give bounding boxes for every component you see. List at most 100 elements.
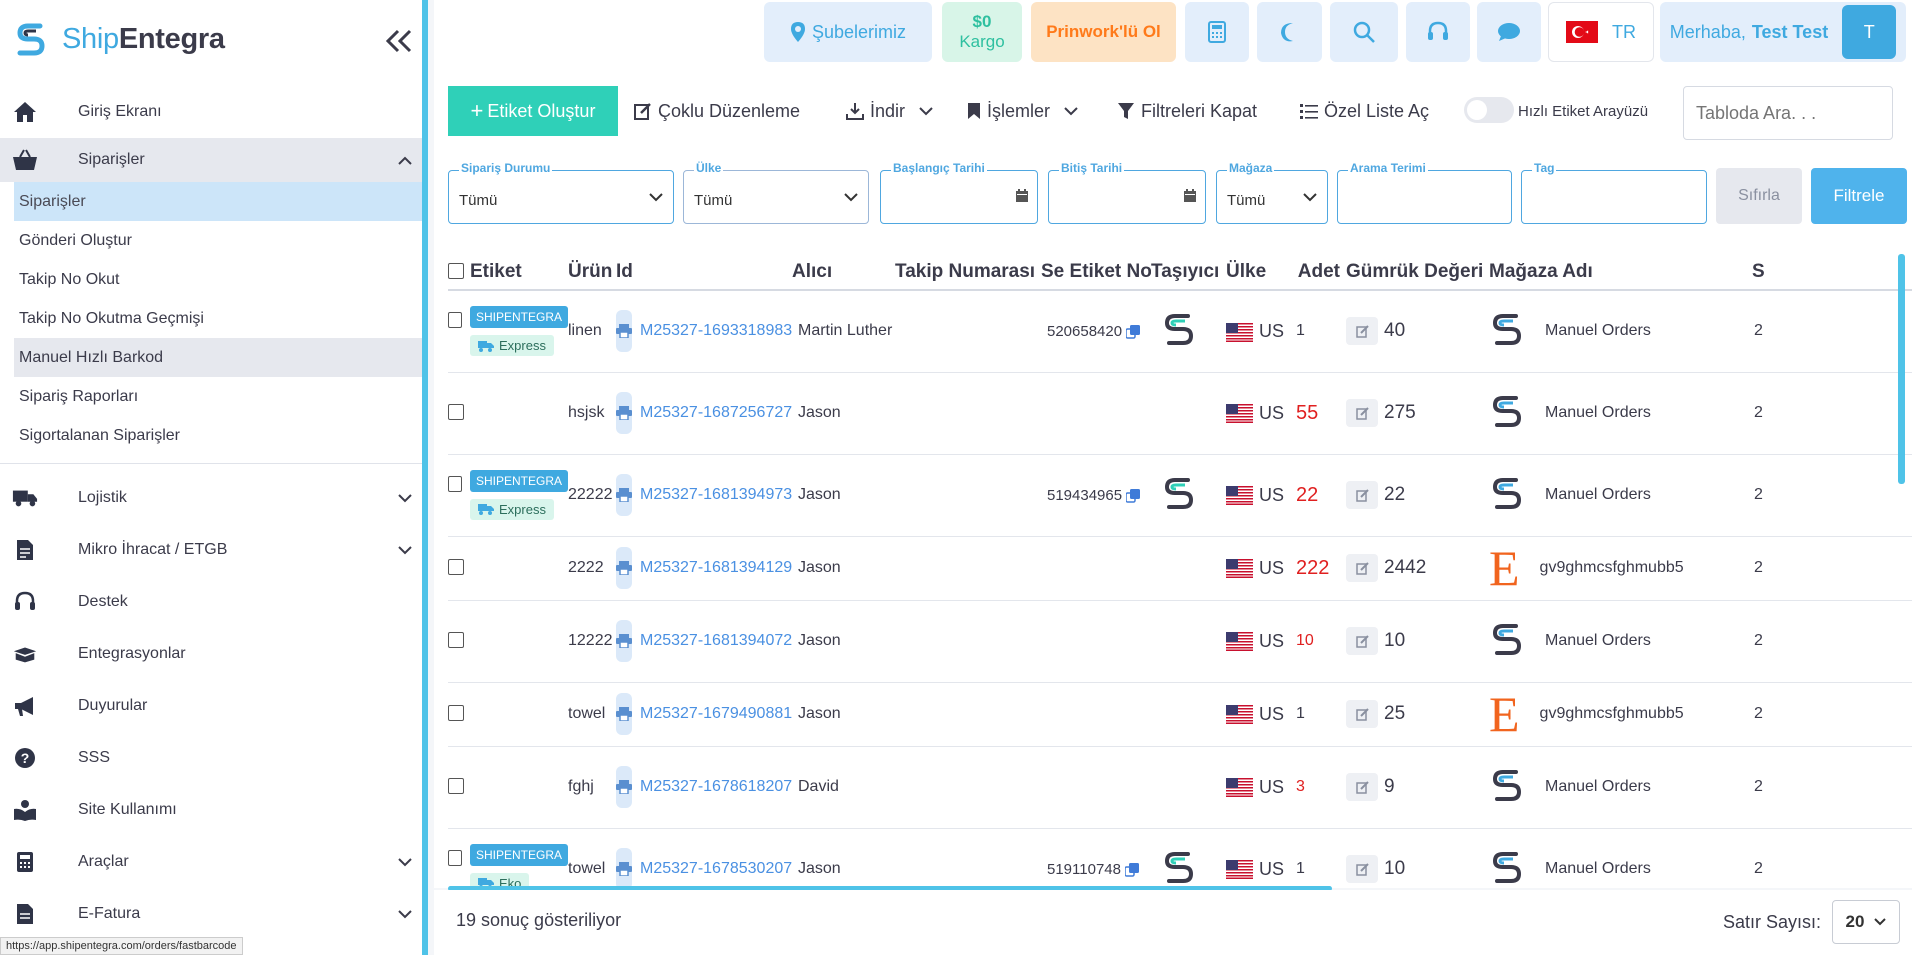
- sidebar-item-home[interactable]: Giriş Ekranı: [0, 86, 422, 138]
- header-recipient[interactable]: Alıcı: [792, 254, 895, 291]
- fast-label-toggle[interactable]: [1464, 97, 1514, 123]
- order-id-link[interactable]: M25327-1693318983: [640, 322, 792, 340]
- store-select[interactable]: Mağaza Tümü: [1216, 161, 1328, 224]
- header-customs-value[interactable]: Gümrük Değeri: [1346, 254, 1489, 291]
- calculator-button[interactable]: [1185, 2, 1249, 62]
- table-row[interactable]: 2222 M25327-1681394129 Jason US 222 2442 Egv9g…: [448, 536, 1912, 601]
- sidebar-subitem-scan-history[interactable]: Takip No Okutma Geçmişi: [0, 299, 422, 338]
- support-button[interactable]: [1406, 2, 1470, 62]
- print-icon[interactable]: [616, 693, 632, 735]
- sidebar-item-micro-export[interactable]: Mikro İhracat / ETGB: [0, 524, 422, 576]
- copy-icon[interactable]: [1126, 488, 1141, 503]
- rows-per-page-select[interactable]: 20: [1832, 900, 1900, 944]
- table-search-input[interactable]: [1683, 86, 1893, 140]
- edit-icon[interactable]: [1346, 399, 1378, 427]
- row-checkbox[interactable]: [448, 312, 462, 328]
- header-product[interactable]: Ürün: [568, 254, 616, 291]
- header-label[interactable]: Etiket: [448, 254, 568, 291]
- header-se-label-no[interactable]: Se Etiket No: [1041, 254, 1151, 291]
- close-filters-button[interactable]: Filtreleri Kapat: [1117, 86, 1257, 136]
- sidebar-subitem-insured-orders[interactable]: Sigortalanan Siparişler: [0, 416, 422, 455]
- table-row[interactable]: 12222 M25327-1681394072 Jason US 10 10 Manuel …: [448, 600, 1912, 683]
- sidebar-subitem-scan-tracking[interactable]: Takip No Okut: [0, 260, 422, 299]
- print-icon[interactable]: [616, 547, 632, 589]
- print-icon[interactable]: [616, 310, 632, 353]
- language-selector[interactable]: TR: [1548, 2, 1654, 62]
- bulk-edit-button[interactable]: Çoklu Düzenleme: [634, 86, 800, 136]
- search-button[interactable]: [1330, 2, 1398, 62]
- sidebar-item-support[interactable]: Destek: [0, 576, 422, 628]
- edit-icon[interactable]: [1346, 481, 1378, 509]
- row-checkbox[interactable]: [448, 849, 462, 866]
- row-checkbox[interactable]: [448, 632, 464, 648]
- order-id-link[interactable]: M25327-1681394973: [640, 486, 792, 504]
- kargo-balance[interactable]: $0 Kargo: [942, 2, 1022, 62]
- order-id-link[interactable]: M25327-1687256727: [640, 404, 792, 422]
- edit-icon[interactable]: [1346, 773, 1378, 801]
- reset-button[interactable]: Sıfırla: [1716, 168, 1802, 224]
- tag-input[interactable]: Tag: [1521, 161, 1707, 224]
- custom-list-button[interactable]: Özel Liste Aç: [1300, 86, 1429, 136]
- table-row[interactable]: fghj M25327-1678618207 David US 3 9 Manuel Ord…: [448, 746, 1912, 829]
- sidebar-subitem-orders[interactable]: Siparişler: [14, 182, 422, 221]
- end-date-input[interactable]: Bitiş Tarihi: [1048, 161, 1206, 224]
- header-country[interactable]: Ülke: [1226, 254, 1296, 291]
- actions-button[interactable]: İşlemler: [967, 86, 1078, 136]
- order-id-link[interactable]: M25327-1681394072: [640, 632, 792, 650]
- copy-icon[interactable]: [1124, 862, 1139, 877]
- row-checkbox[interactable]: [448, 705, 464, 721]
- header-tracking[interactable]: Takip Numarası: [895, 254, 1041, 291]
- search-term-input[interactable]: Arama Terimi: [1337, 161, 1512, 224]
- table-row[interactable]: hsjsk M25327-1687256727 Jason US 55 275 Manuel…: [448, 372, 1912, 455]
- order-id-link[interactable]: M25327-1681394129: [640, 559, 792, 577]
- user-menu[interactable]: Merhaba, Test Test T: [1660, 2, 1906, 62]
- sidebar-subitem-fast-barcode[interactable]: Manuel Hızlı Barkod: [14, 338, 422, 377]
- create-label-button[interactable]: + Etiket Oluştur: [448, 86, 618, 136]
- select-all-checkbox[interactable]: [448, 263, 464, 280]
- sidebar-item-site-usage[interactable]: Site Kullanımı: [0, 784, 422, 836]
- sidebar-subitem-order-reports[interactable]: Sipariş Raporları: [0, 377, 422, 416]
- order-status-select[interactable]: Sipariş Durumu Tümü: [448, 161, 674, 224]
- print-icon[interactable]: [616, 766, 632, 808]
- start-date-input[interactable]: Başlangıç Tarihi: [880, 161, 1038, 224]
- sidebar-item-tools[interactable]: Araçlar: [0, 836, 422, 888]
- edit-icon[interactable]: [1346, 554, 1378, 582]
- sidebar-subitem-create-shipment[interactable]: Gönderi Oluştur: [0, 221, 422, 260]
- sidebar-item-orders[interactable]: Siparişler: [0, 138, 422, 182]
- branches-button[interactable]: Şubelerimiz: [764, 2, 932, 62]
- order-id-link[interactable]: M25327-1678618207: [640, 778, 792, 796]
- table-row[interactable]: SHIPENTEGRA Express linen M25327-1693318983…: [448, 290, 1912, 373]
- sidebar-item-faq[interactable]: ? SSS: [0, 732, 422, 784]
- vertical-scrollbar[interactable]: [1898, 254, 1905, 484]
- row-checkbox[interactable]: [448, 475, 462, 492]
- brand-logo[interactable]: ShipEntegra: [14, 20, 225, 58]
- row-checkbox[interactable]: [448, 404, 464, 420]
- copy-icon[interactable]: [1126, 324, 1141, 339]
- header-store-name[interactable]: Mağaza Adı: [1489, 254, 1752, 291]
- edit-icon[interactable]: [1346, 317, 1378, 346]
- prinwork-button[interactable]: Prinwork'lü Ol: [1031, 2, 1176, 62]
- order-id-link[interactable]: M25327-1679490881: [640, 705, 792, 723]
- header-id[interactable]: Id: [616, 254, 792, 291]
- table-row[interactable]: towel M25327-1679490881 Jason US 1 25 Egv9ghmc…: [448, 682, 1912, 747]
- table-row[interactable]: SHIPENTEGRA Express 22222 M25327-1681394973…: [448, 454, 1912, 537]
- edit-icon[interactable]: [1346, 627, 1378, 655]
- row-checkbox[interactable]: [448, 559, 464, 575]
- sidebar-item-e-invoice[interactable]: E-Fatura: [0, 888, 422, 940]
- row-checkbox[interactable]: [448, 778, 464, 794]
- edit-icon[interactable]: [1346, 855, 1378, 883]
- chat-button[interactable]: [1477, 2, 1541, 62]
- table-row[interactable]: SHIPENTEGRA Eko towel M25327-1678530207 Jaso…: [448, 828, 1912, 888]
- country-select[interactable]: Ülke Tümü: [683, 161, 869, 224]
- filter-button[interactable]: Filtrele: [1811, 168, 1907, 224]
- download-button[interactable]: İndir: [846, 86, 933, 136]
- print-icon[interactable]: [616, 848, 632, 888]
- dark-mode-button[interactable]: [1257, 2, 1322, 62]
- sidebar-item-logistics[interactable]: Lojistik: [0, 472, 422, 524]
- order-id-link[interactable]: M25327-1678530207: [640, 860, 792, 878]
- print-icon[interactable]: [616, 392, 632, 434]
- print-icon[interactable]: [616, 474, 632, 516]
- sidebar-item-announcements[interactable]: Duyurular: [0, 680, 422, 732]
- print-icon[interactable]: [616, 620, 632, 662]
- sidebar-item-integrations[interactable]: Entegrasyonlar: [0, 628, 422, 680]
